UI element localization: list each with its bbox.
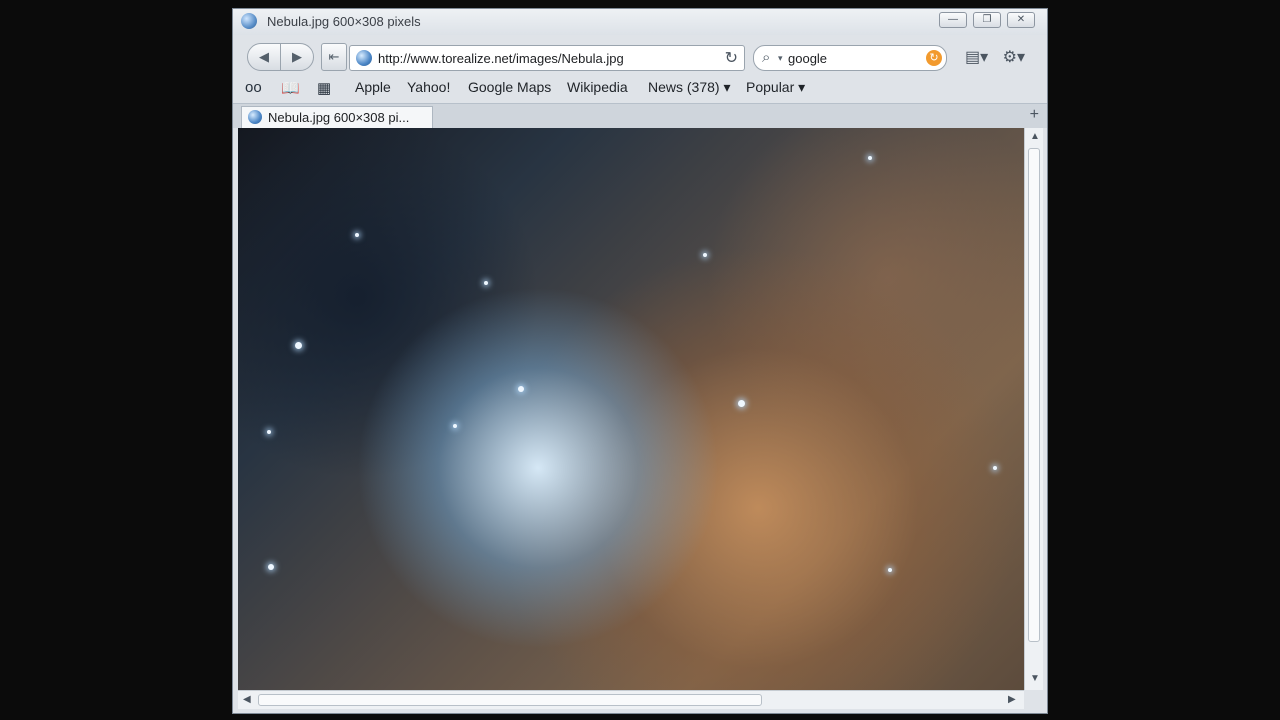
bookmarks-bar: oo 📖 ▦ Apple Yahoo! Google Maps Wikipedi… (233, 75, 1047, 101)
star (888, 568, 892, 572)
book-icon[interactable]: 📖 (281, 79, 300, 97)
star (268, 564, 274, 570)
search-input[interactable]: google (788, 51, 827, 66)
image-viewport (238, 128, 1024, 690)
search-icon: ⌕ (762, 49, 771, 66)
star (355, 233, 359, 237)
star (295, 342, 302, 349)
star (267, 430, 271, 434)
scroll-left-icon[interactable]: ◀ (243, 694, 251, 705)
new-tab-button[interactable]: + (1030, 106, 1039, 124)
navigation-toolbar: ◀ ▶ ⇤ http://www.torealize.net/images/Ne… (239, 43, 1041, 73)
star (993, 466, 997, 470)
globe-icon (241, 13, 257, 29)
minimize-button[interactable]: — (939, 12, 967, 28)
toolbar-icons: ▤▾ ⚙▾ (965, 47, 1035, 67)
close-button[interactable]: ✕ (1007, 12, 1035, 28)
tab-bar: Nebula.jpg 600×308 pi... + (233, 103, 1047, 128)
star (453, 424, 457, 428)
page-icon[interactable]: ▤▾ (965, 47, 988, 67)
window-title: Nebula.jpg 600×308 pixels (267, 14, 421, 29)
tab-label: Nebula.jpg 600×308 pi... (268, 110, 410, 125)
search-go-button[interactable]: ↻ (926, 50, 942, 66)
scroll-up-icon[interactable]: ▲ (1030, 131, 1040, 142)
star (484, 281, 488, 285)
tab-nebula[interactable]: Nebula.jpg 600×308 pi... (241, 106, 433, 128)
bookmark-apple[interactable]: Apple (355, 79, 391, 95)
bookmark-google-maps[interactable]: Google Maps (468, 79, 551, 95)
scroll-right-icon[interactable]: ▶ (1008, 694, 1016, 705)
bookmark-news[interactable]: News (378) ▾ (648, 79, 731, 96)
address-text: http://www.torealize.net/images/Nebula.j… (378, 51, 624, 66)
title-bar: Nebula.jpg 600×308 pixels — ❐ ✕ (233, 9, 1047, 35)
address-bar[interactable]: http://www.torealize.net/images/Nebula.j… (349, 45, 745, 71)
glasses-icon[interactable]: oo (245, 79, 262, 96)
browser-window: Nebula.jpg 600×308 pixels — ❐ ✕ ◀ ▶ ⇤ ht… (232, 8, 1048, 714)
vertical-scrollbar[interactable]: ▲ ▼ (1024, 128, 1043, 690)
reload-icon[interactable]: ↻ (725, 48, 738, 68)
restore-button[interactable]: ❐ (973, 12, 1001, 28)
bookmark-yahoo[interactable]: Yahoo! (407, 79, 450, 95)
search-field[interactable]: ⌕ ▾ google ↻ (753, 45, 947, 71)
horizontal-scrollbar[interactable]: ◀ ▶ (238, 690, 1024, 709)
vertical-scroll-thumb[interactable] (1028, 148, 1040, 642)
star (868, 156, 872, 160)
star (518, 386, 524, 392)
bookmark-wikipedia[interactable]: Wikipedia (567, 79, 628, 95)
back-button[interactable]: ◀ (247, 43, 281, 71)
home-button[interactable]: ⇤ (321, 43, 347, 71)
bookmark-popular[interactable]: Popular ▾ (746, 79, 805, 96)
scroll-down-icon[interactable]: ▼ (1030, 673, 1040, 684)
star (703, 253, 707, 257)
star (738, 400, 745, 407)
grid-icon[interactable]: ▦ (317, 79, 331, 97)
chevron-down-icon[interactable]: ▾ (778, 53, 783, 64)
gear-icon[interactable]: ⚙▾ (1003, 47, 1025, 67)
globe-icon (356, 50, 372, 66)
forward-button[interactable]: ▶ (280, 43, 314, 71)
globe-icon (248, 110, 262, 124)
horizontal-scroll-thumb[interactable] (258, 694, 762, 706)
